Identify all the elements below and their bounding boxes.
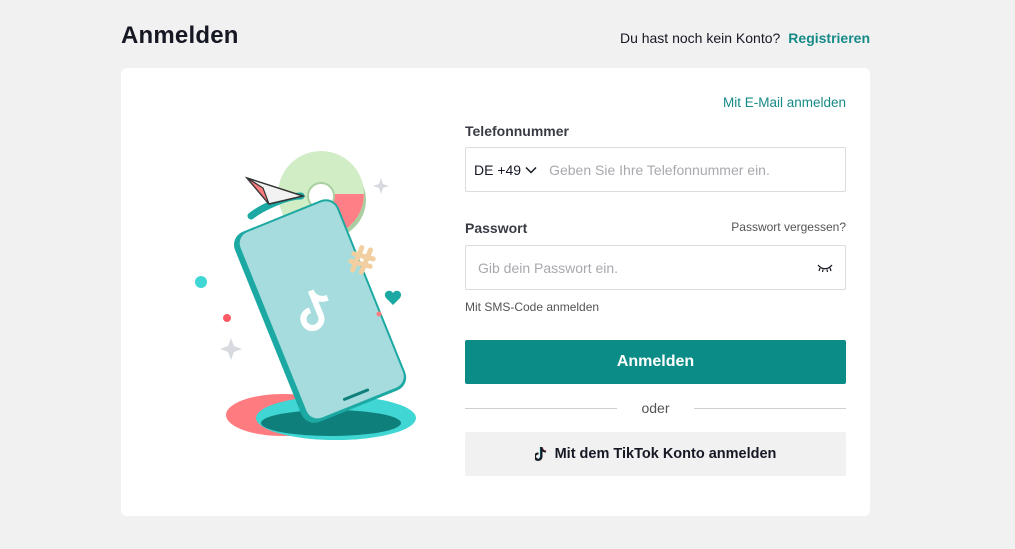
tiktok-logo-icon — [534, 447, 547, 461]
tiktok-account-login-button[interactable]: Mit dem TikTok Konto anmelden — [465, 432, 846, 476]
divider-text: oder — [641, 400, 670, 416]
or-divider: oder — [465, 400, 846, 416]
country-code-value: DE +49 — [474, 161, 522, 178]
sparkle-icon — [220, 338, 242, 360]
email-login-link[interactable]: Mit E-Mail anmelden — [723, 95, 846, 110]
password-visibility-toggle[interactable] — [805, 246, 845, 289]
heart-icon — [384, 290, 402, 305]
sparkle-icon — [373, 178, 389, 194]
signup-link[interactable]: Registrieren — [788, 30, 870, 46]
login-submit-button[interactable]: Anmelden — [465, 340, 846, 384]
phone-shape — [233, 199, 407, 423]
dot-decoration — [223, 314, 231, 322]
dot-decoration — [376, 311, 382, 317]
login-form: Mit E-Mail anmelden Telefonnummer DE +49… — [465, 68, 846, 516]
tiktok-button-label: Mit dem TikTok Konto anmelden — [554, 446, 777, 462]
password-input[interactable] — [466, 246, 805, 289]
divider-line — [693, 407, 846, 409]
login-page: Anmelden Du hast noch kein Konto? Regist… — [0, 0, 1015, 549]
phone-login-illustration — [195, 151, 416, 440]
login-card: Mit E-Mail anmelden Telefonnummer DE +49… — [121, 68, 870, 516]
phone-input[interactable] — [547, 148, 845, 191]
page-title: Anmelden — [121, 22, 239, 49]
dot-decoration — [195, 276, 207, 288]
phone-field: DE +49 — [465, 147, 846, 192]
signup-question: Du hast noch kein Konto? — [619, 30, 781, 46]
chevron-down-icon — [525, 166, 537, 174]
password-field — [465, 245, 846, 290]
forgot-password-link[interactable]: Passwort vergessen? — [731, 220, 846, 234]
phone-label: Telefonnummer — [465, 123, 569, 139]
country-code-selector[interactable]: DE +49 — [466, 148, 547, 191]
sms-login-link[interactable]: Mit SMS-Code anmelden — [465, 300, 599, 314]
divider-line — [465, 407, 618, 409]
password-label: Passwort — [465, 220, 528, 236]
eye-closed-icon — [817, 264, 833, 272]
signup-prompt: Du hast noch kein Konto? Registrieren — [620, 30, 870, 46]
